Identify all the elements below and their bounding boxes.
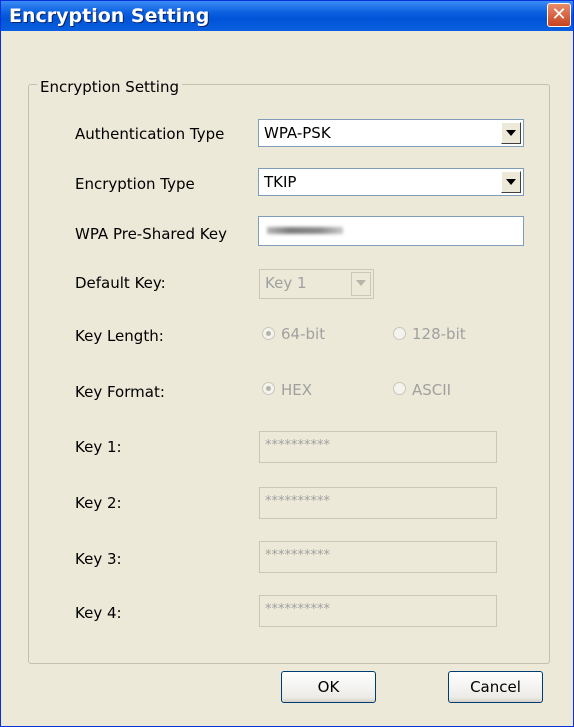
chevron-down-icon [356,280,366,286]
ok-button[interactable]: OK [281,671,376,703]
key-length-label: Key Length: [75,327,164,345]
enc-type-label: Encryption Type [75,175,195,193]
key-format-label: Key Format: [75,383,165,401]
key4-value: ********** [265,602,330,617]
key4-input[interactable]: ********** [259,595,497,627]
key-length-64-label: 64-bit [281,325,326,343]
default-key-select[interactable]: Key 1 [259,269,374,299]
default-key-value: Key 1 [265,274,307,292]
key-length-128-label: 128-bit [412,325,466,343]
enc-type-value: TKIP [264,173,297,191]
title-bar[interactable]: Encryption Setting ✕ [1,1,573,31]
close-icon: ✕ [551,4,567,25]
key-length-64-radio[interactable] [262,327,275,340]
key-format-hex-radio[interactable] [262,382,275,395]
psk-label: WPA Pre-Shared Key [75,225,227,243]
auth-type-select[interactable]: WPA-PSK [258,119,524,147]
close-button[interactable]: ✕ [547,3,571,27]
window-title: Encryption Setting [9,5,210,27]
cancel-button[interactable]: Cancel [448,671,543,703]
key2-value: ********** [265,494,330,509]
auth-type-dropdown-button[interactable] [501,122,521,144]
key1-value: ********** [265,438,330,453]
key-format-hex-label: HEX [281,381,313,399]
key2-label: Key 2: [75,494,122,512]
default-key-dropdown-button[interactable] [351,272,371,296]
key3-value: ********** [265,548,330,563]
key3-label: Key 3: [75,550,122,568]
group-legend: Encryption Setting [37,78,183,96]
key-length-128-radio[interactable] [393,327,406,340]
psk-masked-value [267,227,343,234]
enc-type-dropdown-button[interactable] [501,171,521,193]
enc-type-select[interactable]: TKIP [258,168,524,196]
psk-input[interactable] [258,216,524,246]
key3-input[interactable]: ********** [259,541,497,573]
key-format-ascii-label: ASCII [412,381,452,399]
default-key-label: Default Key: [75,274,166,292]
key4-label: Key 4: [75,604,122,622]
chevron-down-icon [506,179,516,185]
encryption-setting-dialog: Encryption Setting ✕ Encryption Setting … [0,0,574,727]
key1-label: Key 1: [75,438,122,456]
auth-type-value: WPA-PSK [264,124,331,142]
chevron-down-icon [506,130,516,136]
key1-input[interactable]: ********** [259,431,497,463]
key-format-ascii-radio[interactable] [393,382,406,395]
auth-type-label: Authentication Type [75,125,225,143]
key2-input[interactable]: ********** [259,487,497,519]
